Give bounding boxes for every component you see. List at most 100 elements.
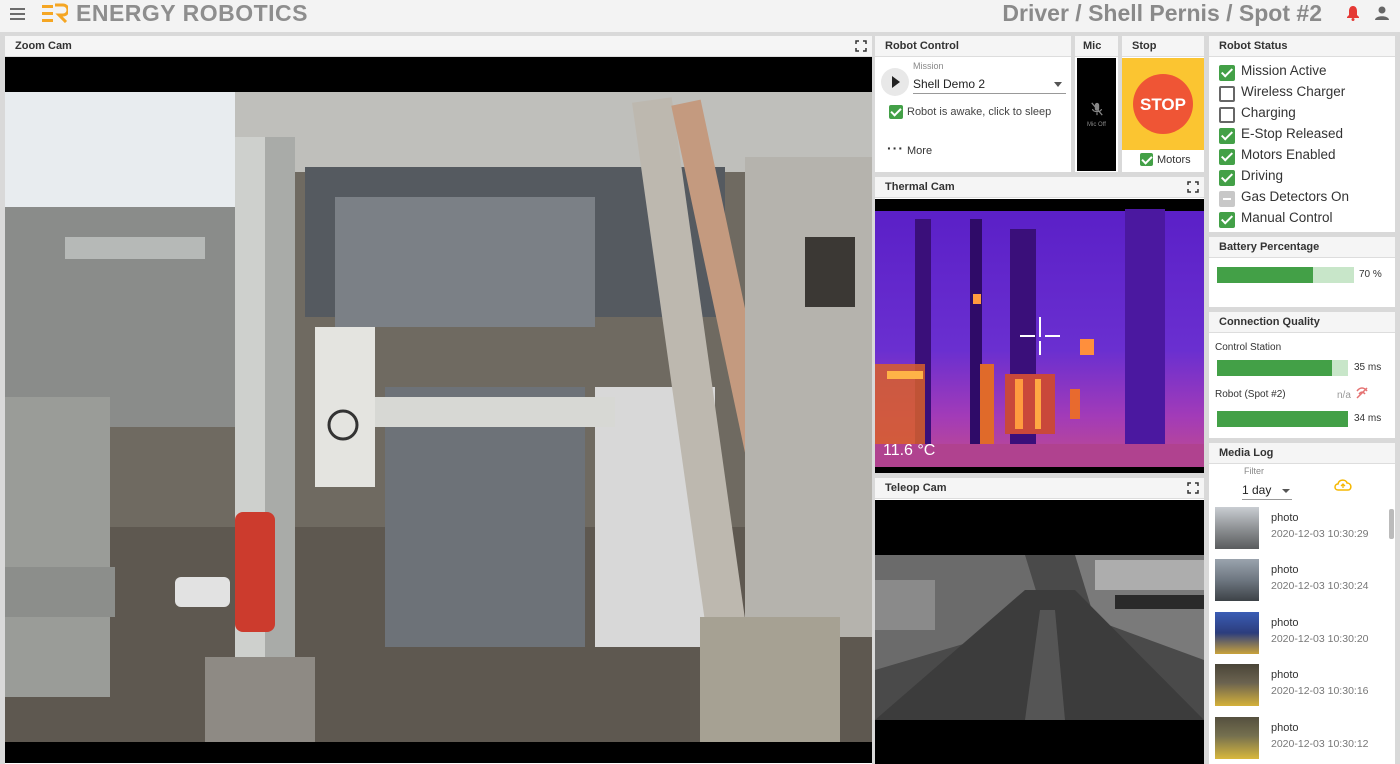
media-type: photo <box>1271 722 1299 734</box>
status-checkbox <box>1219 149 1235 165</box>
photo-thumbnail <box>1215 664 1259 706</box>
status-checkbox <box>1219 107 1235 123</box>
panel-header: Stop <box>1122 36 1204 57</box>
status-driving: Driving <box>1219 167 1394 187</box>
zoom-cam-video[interactable] <box>5 57 872 763</box>
status-checkbox <box>1219 65 1235 81</box>
mission-select[interactable]: Shell Demo 2 <box>913 74 1066 94</box>
fullscreen-icon[interactable] <box>1187 482 1199 494</box>
status-checkbox <box>1219 191 1235 207</box>
mic-off-icon <box>1091 102 1103 116</box>
battery-bar-fill <box>1217 267 1313 283</box>
media-log-item[interactable]: photo 2020-12-03 10:30:20 <box>1215 611 1387 657</box>
photo-thumbnail <box>1215 559 1259 601</box>
stop-area: STOP <box>1122 58 1204 150</box>
panel-header: Media Log <box>1209 443 1395 464</box>
thermal-feed-image <box>875 205 1204 473</box>
robot-connection-label: Robot (Spot #2) <box>1215 389 1286 400</box>
control-station-bar-fill <box>1217 360 1333 376</box>
status-estop-released: E-Stop Released <box>1219 125 1394 145</box>
awake-checkbox[interactable] <box>889 105 903 119</box>
fullscreen-icon[interactable] <box>1187 181 1199 193</box>
photo-thumbnail <box>1215 717 1259 759</box>
cloud-upload-icon[interactable] <box>1333 477 1353 491</box>
stop-button-label: STOP <box>1140 95 1186 114</box>
awake-label[interactable]: Robot is awake, click to sleep <box>907 106 1051 118</box>
status-checkbox <box>1219 128 1235 144</box>
status-checkbox <box>1219 212 1235 228</box>
panel-header: Zoom Cam <box>5 36 872 57</box>
robot-status-panel: Robot Status Mission Active Wireless Cha… <box>1209 36 1395 232</box>
panel-title: Teleop Cam <box>885 482 947 494</box>
panel-header: Mic <box>1075 36 1118 57</box>
photo-thumbnail <box>1215 612 1259 654</box>
filter-value: 1 day <box>1242 483 1272 497</box>
status-checkbox <box>1219 170 1235 186</box>
motors-label[interactable]: Motors <box>1157 154 1191 166</box>
panel-title: Battery Percentage <box>1219 241 1320 253</box>
chevron-down-icon <box>1282 489 1290 493</box>
media-type: photo <box>1271 512 1299 524</box>
stop-panel: Stop STOP Motors <box>1122 36 1204 172</box>
panel-header: Thermal Cam <box>875 177 1204 198</box>
status-manual-control: Manual Control <box>1219 209 1394 229</box>
media-log-item[interactable]: photo 2020-12-03 10:30:29 <box>1215 506 1387 552</box>
play-mission-button[interactable] <box>881 68 909 96</box>
media-log-item[interactable]: photo 2020-12-03 10:30:16 <box>1215 663 1387 709</box>
panel-header: Connection Quality <box>1209 312 1395 333</box>
battery-value: 70 % <box>1359 269 1382 280</box>
filter-select[interactable]: 1 day <box>1242 480 1292 500</box>
signal-off-icon <box>1356 387 1368 399</box>
battery-bar <box>1217 267 1354 283</box>
mic-toggle[interactable]: Mic Off <box>1077 58 1116 171</box>
thermal-cam-video[interactable]: 11.6 °C <box>875 199 1204 473</box>
media-log-item[interactable]: photo 2020-12-03 10:30:24 <box>1215 558 1387 604</box>
media-log-scrollbar[interactable] <box>1389 509 1394 539</box>
battery-panel: Battery Percentage 70 % <box>1209 237 1395 307</box>
mic-panel: Mic Mic Off <box>1075 36 1118 172</box>
filter-label: Filter <box>1244 466 1264 476</box>
user-account-icon[interactable] <box>1374 5 1390 21</box>
mic-status: Mic Off <box>1087 122 1106 128</box>
media-time: 2020-12-03 10:30:29 <box>1271 528 1369 540</box>
status-label: Gas Detectors On <box>1241 189 1350 204</box>
status-wireless-charger: Wireless Charger <box>1219 83 1394 103</box>
robot-connection-latency: 34 ms <box>1354 413 1382 424</box>
stop-button[interactable]: STOP <box>1133 74 1193 134</box>
status-label: Charging <box>1241 105 1296 120</box>
panel-title: Thermal Cam <box>885 181 955 193</box>
zoom-cam-feed-image <box>5 57 872 763</box>
zoom-cam-panel: Zoom Cam <box>5 36 872 764</box>
motors-checkbox[interactable] <box>1140 153 1153 166</box>
chevron-down-icon <box>1054 82 1062 87</box>
media-log-panel: Media Log Filter 1 day photo 2020-12-03 … <box>1209 443 1395 764</box>
brand-name: ENERGY ROBOTICS <box>76 0 308 26</box>
status-label: Wireless Charger <box>1241 84 1346 99</box>
top-bar: ENERGY ROBOTICS Driver / Shell Pernis / … <box>0 0 1400 32</box>
thermal-temperature-readout: 11.6 °C <box>883 442 936 459</box>
status-label: Manual Control <box>1241 210 1333 225</box>
teleop-cam-video[interactable] <box>875 500 1204 764</box>
panel-header: Battery Percentage <box>1209 237 1395 258</box>
fullscreen-icon[interactable] <box>855 40 867 52</box>
more-button[interactable]: More <box>907 145 932 157</box>
media-type: photo <box>1271 564 1299 576</box>
panel-title: Media Log <box>1219 447 1274 459</box>
robot-control-panel: Robot Control Mission Shell Demo 2 Robot… <box>875 36 1071 172</box>
status-charging: Charging <box>1219 104 1394 124</box>
status-label: E-Stop Released <box>1241 126 1344 141</box>
media-time: 2020-12-03 10:30:20 <box>1271 633 1369 645</box>
more-icon[interactable]: ··· <box>887 140 904 156</box>
panel-title: Zoom Cam <box>15 40 72 52</box>
panel-title: Robot Status <box>1219 40 1288 52</box>
media-time: 2020-12-03 10:30:24 <box>1271 580 1369 592</box>
status-label: Driving <box>1241 168 1284 183</box>
robot-connection-na: n/a <box>1337 390 1351 401</box>
menu-icon[interactable] <box>10 8 25 20</box>
status-checkbox <box>1219 86 1235 102</box>
media-log-item[interactable]: photo 2020-12-03 10:30:12 <box>1215 716 1387 762</box>
status-label: Mission Active <box>1241 63 1327 78</box>
media-type: photo <box>1271 669 1299 681</box>
notification-bell-icon[interactable] <box>1345 5 1361 21</box>
thermal-cam-panel: Thermal Cam 11.6 °C <box>875 177 1204 473</box>
